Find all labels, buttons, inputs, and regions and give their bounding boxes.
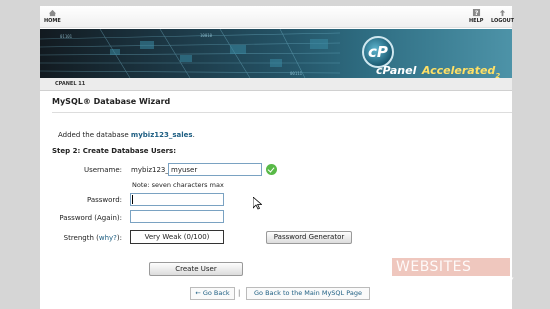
logout-icon: [499, 9, 506, 17]
check-icon: [266, 164, 277, 175]
main-mysql-page-link[interactable]: Go Back to the Main MySQL Page: [246, 287, 370, 300]
top-nav-bar: HOME ? HELP LOGOUT: [40, 6, 514, 28]
link-separator: |: [238, 289, 241, 297]
password-again-label: Password (Again):: [59, 214, 122, 222]
added-database-message: Added the database mybiz123_sales.: [58, 131, 195, 139]
cpanel-banner: 01101 10010 00111 cPanel Accelerated2: [40, 29, 512, 78]
svg-text:?: ?: [474, 10, 478, 17]
strength-label-suffix: ):: [116, 234, 122, 242]
strength-why-link[interactable]: why?: [99, 234, 117, 242]
strength-label-prefix: Strength (: [63, 234, 99, 242]
logout-button[interactable]: LOGOUT: [491, 9, 514, 24]
help-button[interactable]: ? HELP: [469, 9, 483, 24]
home-label: HOME: [44, 18, 61, 24]
help-icon: ?: [472, 9, 480, 17]
mouse-pointer-icon: [253, 197, 262, 210]
go-back-link[interactable]: ← Go Back: [190, 287, 235, 300]
watermark-line2: MADE·EASY: [428, 276, 515, 292]
brand-accelerated-text: Accelerated: [421, 64, 496, 77]
svg-text:00111: 00111: [290, 71, 303, 76]
added-database-name: mybiz123_sales: [130, 131, 193, 139]
brand-cpanel-text: cPanel: [376, 64, 417, 77]
password-again-input[interactable]: [130, 210, 224, 223]
added-suffix: .: [192, 131, 195, 139]
username-label: Username:: [83, 166, 122, 174]
logout-label: LOGOUT: [491, 18, 515, 24]
username-prefix: mybiz123_: [131, 166, 169, 174]
home-icon: [48, 9, 56, 17]
strength-label: Strength (why?):: [32, 234, 122, 242]
breadcrumb-cpanel-link[interactable]: CPANEL 11: [55, 81, 85, 87]
watermark-line1: WEBSITES: [396, 259, 472, 275]
create-user-button[interactable]: Create User: [149, 262, 243, 276]
text-caret: [132, 195, 133, 204]
username-note: Note: seven characters max: [132, 181, 224, 189]
breadcrumb: CPANEL 11: [40, 78, 512, 91]
brand-wordmark: cPanel Accelerated2: [376, 59, 500, 78]
svg-text:01101: 01101: [60, 34, 73, 39]
watermark-logo: WEBSITES MADE·EASY: [392, 258, 542, 298]
password-generator-button[interactable]: Password Generator: [266, 231, 352, 244]
title-divider: [52, 112, 512, 113]
step-heading: Step 2: Create Database Users:: [52, 147, 176, 155]
page-title: MySQL® Database Wizard: [52, 97, 171, 106]
help-label: HELP: [469, 18, 484, 24]
added-prefix: Added the database: [58, 131, 131, 139]
password-input[interactable]: [130, 193, 224, 206]
username-input[interactable]: [168, 163, 262, 176]
svg-text:10010: 10010: [200, 33, 213, 38]
home-button[interactable]: HOME: [44, 9, 61, 24]
password-label: Password:: [86, 196, 122, 204]
strength-meter: Very Weak (0/100): [130, 230, 224, 244]
